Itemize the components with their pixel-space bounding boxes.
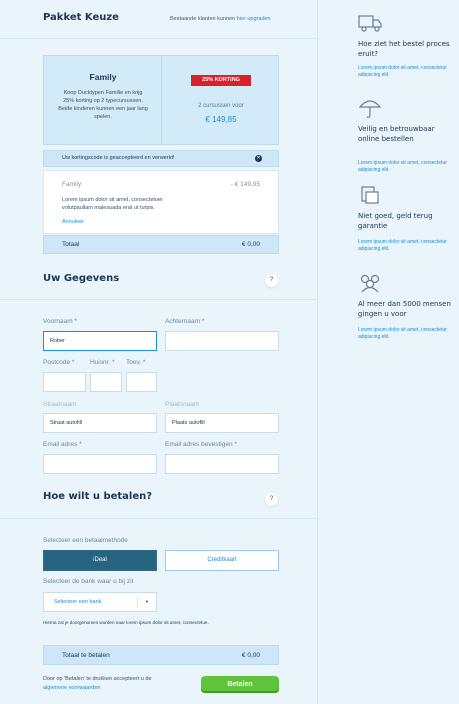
close-icon[interactable]: ✕: [255, 155, 262, 162]
straat-input[interactable]: Straat autofill: [43, 413, 157, 433]
toev-input[interactable]: [126, 372, 157, 392]
discount-message: Uw kortingscode is geaccepteerd en verwe…: [43, 150, 279, 167]
sidebar-item-text: Lorem ipsum dolor sit amet, consectetur …: [358, 65, 447, 78]
package-description: Koop Ducktypen Familie en krijg 25% kort…: [58, 90, 148, 120]
package-info: Family Koop Ducktypen Familie en krijg 2…: [44, 56, 162, 144]
email-confirm-label: Email adres bevestigen *: [165, 441, 237, 448]
sidebar-item-text: Lorem ipsum dolor sit amet, consectetur …: [358, 160, 447, 173]
achternaam-label: Achternaam *: [165, 318, 205, 325]
umbrella-icon: [358, 100, 382, 118]
order-summary: Family - € 149,95 Lorem ipsum dolor sit …: [43, 170, 279, 234]
huisnr-label: Huisnr. *: [90, 359, 115, 366]
bank-select[interactable]: Selecteer een bank ▼: [43, 592, 157, 612]
package-subtitle: 2 cursussen voor: [198, 103, 244, 109]
method-label: Selecteer een betaalmethode: [43, 537, 128, 544]
voornaam-input[interactable]: Rober: [43, 331, 157, 351]
sidebar-item-text: Lorem ipsum dolor sit amet, consectetur …: [358, 327, 447, 340]
truck-icon: [358, 15, 382, 32]
toev-label: Toev. *: [126, 359, 146, 366]
achternaam-input[interactable]: [165, 331, 279, 351]
chevron-down-icon: ▼: [145, 599, 149, 604]
tab-creditkaart[interactable]: Creditkaart: [165, 550, 279, 571]
discount-ribbon: 25% KORTING: [186, 75, 256, 89]
sidebar-item-text: Lorem ipsum dolor sit amet, consectetur …: [358, 239, 447, 252]
help-icon[interactable]: ?: [265, 493, 278, 506]
checkout-main: Pakket Keuze Bestaande klanten kunnen hi…: [0, 0, 318, 704]
payment-title: Hoe wilt u betalen?: [43, 491, 153, 502]
divider: [0, 38, 318, 39]
cancel-link[interactable]: Annuleer: [62, 219, 84, 225]
summary-item-price: - € 149,95: [230, 181, 260, 188]
email-field[interactable]: [43, 454, 157, 474]
total-label: Totaal: [62, 241, 80, 248]
pay-total-label: Totaal te betalen: [62, 652, 110, 659]
postcode-input[interactable]: [43, 372, 86, 392]
plaats-label: Plaatsnaam: [165, 401, 200, 408]
terms-link[interactable]: algemene voorwaarden: [43, 685, 100, 691]
existing-customers-label: Bestaande klanten kunnen: [170, 16, 236, 22]
tab-ideal[interactable]: iDeal: [43, 550, 157, 571]
sidebar-item-title: Hoe ziet het bestel proces eruit?: [358, 40, 450, 58]
upgrade-link[interactable]: hier upgraden: [237, 16, 271, 22]
select-divider: [137, 597, 138, 607]
sidebar: Hoe ziet het bestel proces eruit? Lorem …: [318, 0, 459, 704]
sidebar-item-title: Veilig en betrouwbaar online bestellen: [358, 125, 435, 143]
existing-customers-text: Bestaande klanten kunnen hier upgraden: [170, 16, 271, 22]
details-title: Uw Gegevens: [43, 273, 120, 284]
package-name: Family: [89, 72, 117, 82]
pay-button[interactable]: Betalen: [201, 676, 279, 693]
package-card[interactable]: Family Koop Ducktypen Familie en krijg 2…: [43, 55, 279, 145]
help-icon[interactable]: ?: [265, 274, 278, 287]
email-label: Email adres *: [43, 441, 82, 448]
sidebar-item-title: Al meer dan 5000 mensen gingen u voor: [358, 300, 451, 318]
terms-prefix: Door op 'Betalen' te drukken accepteert …: [43, 676, 152, 682]
page-title: Pakket Keuze: [43, 12, 119, 23]
summary-item-name: Family: [62, 181, 82, 188]
bank-select-value: Selecteer een bank: [54, 599, 102, 605]
huisnr-input[interactable]: [90, 372, 122, 392]
total-bar: Totaal € 0,00: [43, 235, 279, 254]
package-price: € 149,85: [205, 115, 237, 124]
divider: [0, 299, 318, 300]
discount-text: Uw kortingscode is geaccepteerd en verwe…: [62, 155, 175, 161]
voornaam-label: Voornaam *: [43, 318, 77, 325]
divider: [0, 518, 318, 519]
total-value: € 0,00: [241, 241, 260, 248]
plaats-input[interactable]: Plaats autofill: [165, 413, 279, 433]
people-icon: [360, 274, 380, 293]
box-icon: [361, 186, 379, 204]
pay-total-bar: Totaal te betalen € 0,00: [43, 645, 279, 665]
bank-label: Selecteer de bank waar u bij zit: [43, 578, 134, 585]
pay-total-value: € 0,00: [241, 652, 260, 659]
redirect-note: Hierna zal je doorgenomen worden naar lo…: [43, 620, 209, 625]
postcode-label: Postcode *: [43, 359, 75, 366]
email-confirm-field[interactable]: [165, 454, 279, 474]
straat-label: Straatnaam: [43, 401, 77, 408]
terms-text: Door op 'Betalen' te drukken accepteert …: [43, 675, 173, 693]
sidebar-item-title: Niet goed, geld terug garantie: [358, 212, 433, 230]
summary-text: Lorem ipsum dolor sit amet, consectetuer…: [62, 197, 163, 211]
